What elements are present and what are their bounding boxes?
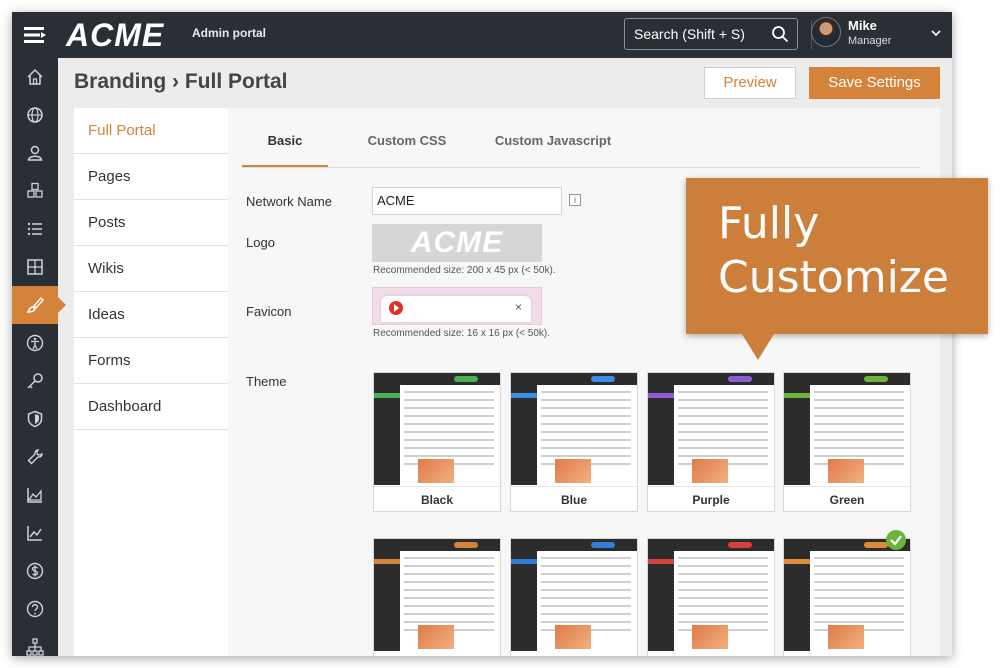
theme-label-blue: Blue	[511, 486, 637, 512]
logo-upload-preview[interactable]: ACME	[372, 224, 542, 262]
theme-card-black[interactable]: Black	[373, 372, 501, 512]
cubes-icon[interactable]	[12, 172, 58, 210]
user-icon[interactable]	[12, 134, 58, 172]
network-name-input[interactable]: ACME	[372, 187, 562, 215]
callout-banner: Fully Customize	[686, 178, 988, 334]
subnav-item-ideas[interactable]: Ideas	[74, 292, 228, 338]
user-name[interactable]: Mike	[848, 18, 877, 33]
dollar-icon[interactable]	[12, 552, 58, 590]
callout-line-2: Customize	[718, 252, 949, 303]
theme-thumbnail	[511, 539, 637, 651]
brush-icon[interactable]	[12, 286, 66, 324]
search-icon[interactable]	[771, 25, 789, 43]
favicon-upload-preview[interactable]: ×	[372, 287, 542, 325]
search-input[interactable]: Search (Shift + S)	[624, 18, 798, 50]
chevron-down-icon[interactable]	[930, 27, 942, 39]
subnav-item-forms[interactable]: Forms	[74, 338, 228, 384]
theme-card[interactable]	[510, 538, 638, 656]
theme-label: Theme	[246, 374, 287, 389]
list-icon[interactable]	[12, 210, 58, 248]
callout-line-1: Fully	[718, 198, 820, 249]
theme-thumbnail	[784, 373, 910, 485]
theme-thumbnail	[374, 373, 500, 485]
tab-custom-css[interactable]: Custom CSS	[358, 128, 456, 168]
theme-label-purple: Purple	[648, 486, 774, 512]
theme-card[interactable]	[373, 538, 501, 656]
sitemap-icon[interactable]	[12, 628, 58, 656]
app-window: ACME Admin portal Search (Shift + S) Mik…	[12, 12, 952, 656]
avatar[interactable]	[811, 17, 841, 47]
favicon-size-hint: Recommended size: 16 x 16 px (< 50k).	[373, 328, 551, 339]
theme-thumbnail	[784, 539, 910, 651]
info-icon[interactable]: i	[569, 194, 581, 206]
network-name-label: Network Name	[246, 194, 332, 209]
key-icon[interactable]	[12, 362, 58, 400]
globe-icon[interactable]	[12, 96, 58, 134]
subnav-item-dashboard[interactable]: Dashboard	[74, 384, 228, 430]
theme-label-green: Green	[784, 486, 910, 512]
subnav-item-pages[interactable]: Pages	[74, 154, 228, 200]
hamburger-menu-icon[interactable]	[12, 12, 58, 58]
callout-pointer	[742, 334, 774, 360]
subnav-item-full-portal[interactable]: Full Portal	[74, 108, 228, 154]
theme-thumbnail	[374, 539, 500, 651]
portal-label: Admin portal	[192, 26, 266, 40]
area-chart-icon[interactable]	[12, 476, 58, 514]
subnav-item-posts[interactable]: Posts	[74, 200, 228, 246]
favicon-label: Favicon	[246, 304, 292, 319]
theme-thumbnail	[511, 373, 637, 485]
theme-label-black: Black	[374, 486, 500, 512]
left-nav	[12, 58, 66, 656]
grid-icon[interactable]	[12, 248, 58, 286]
wrench-icon[interactable]	[12, 438, 58, 476]
tab-basic[interactable]: Basic	[242, 128, 328, 168]
logo-label: Logo	[246, 235, 275, 250]
theme-thumbnail	[648, 373, 774, 485]
user-role: Manager	[848, 35, 892, 47]
help-icon[interactable]	[12, 590, 58, 628]
favicon-play-icon	[389, 301, 403, 315]
tab-divider	[242, 167, 920, 168]
subnav-item-wikis[interactable]: Wikis	[74, 246, 228, 292]
top-bar: ACME Admin portal Search (Shift + S) Mik…	[12, 12, 952, 58]
search-placeholder: Search (Shift + S)	[634, 26, 745, 42]
theme-thumbnail	[648, 539, 774, 651]
brand-logo[interactable]: ACME	[66, 17, 164, 54]
theme-card-green[interactable]: Green	[783, 372, 911, 512]
home-icon[interactable]	[12, 58, 58, 96]
check-icon	[886, 530, 906, 550]
page-title: Branding › Full Portal	[74, 70, 288, 93]
shield-icon[interactable]	[12, 400, 58, 438]
theme-card[interactable]	[647, 538, 775, 656]
close-icon: ×	[515, 300, 523, 314]
theme-card-blue[interactable]: Blue	[510, 372, 638, 512]
theme-card-purple[interactable]: Purple	[647, 372, 775, 512]
logo-size-hint: Recommended size: 200 x 45 px (< 50k).	[373, 265, 556, 276]
accessibility-icon[interactable]	[12, 324, 58, 362]
tab-custom-javascript[interactable]: Custom Javascript	[486, 128, 620, 168]
branding-subnav: Full Portal Pages Posts Wikis Ideas Form…	[74, 108, 228, 656]
browser-tab-preview: ×	[381, 296, 531, 322]
preview-button[interactable]: Preview	[704, 67, 796, 99]
theme-card-selected[interactable]	[783, 538, 911, 656]
line-chart-icon[interactable]	[12, 514, 58, 552]
save-settings-button[interactable]: Save Settings	[809, 67, 940, 99]
